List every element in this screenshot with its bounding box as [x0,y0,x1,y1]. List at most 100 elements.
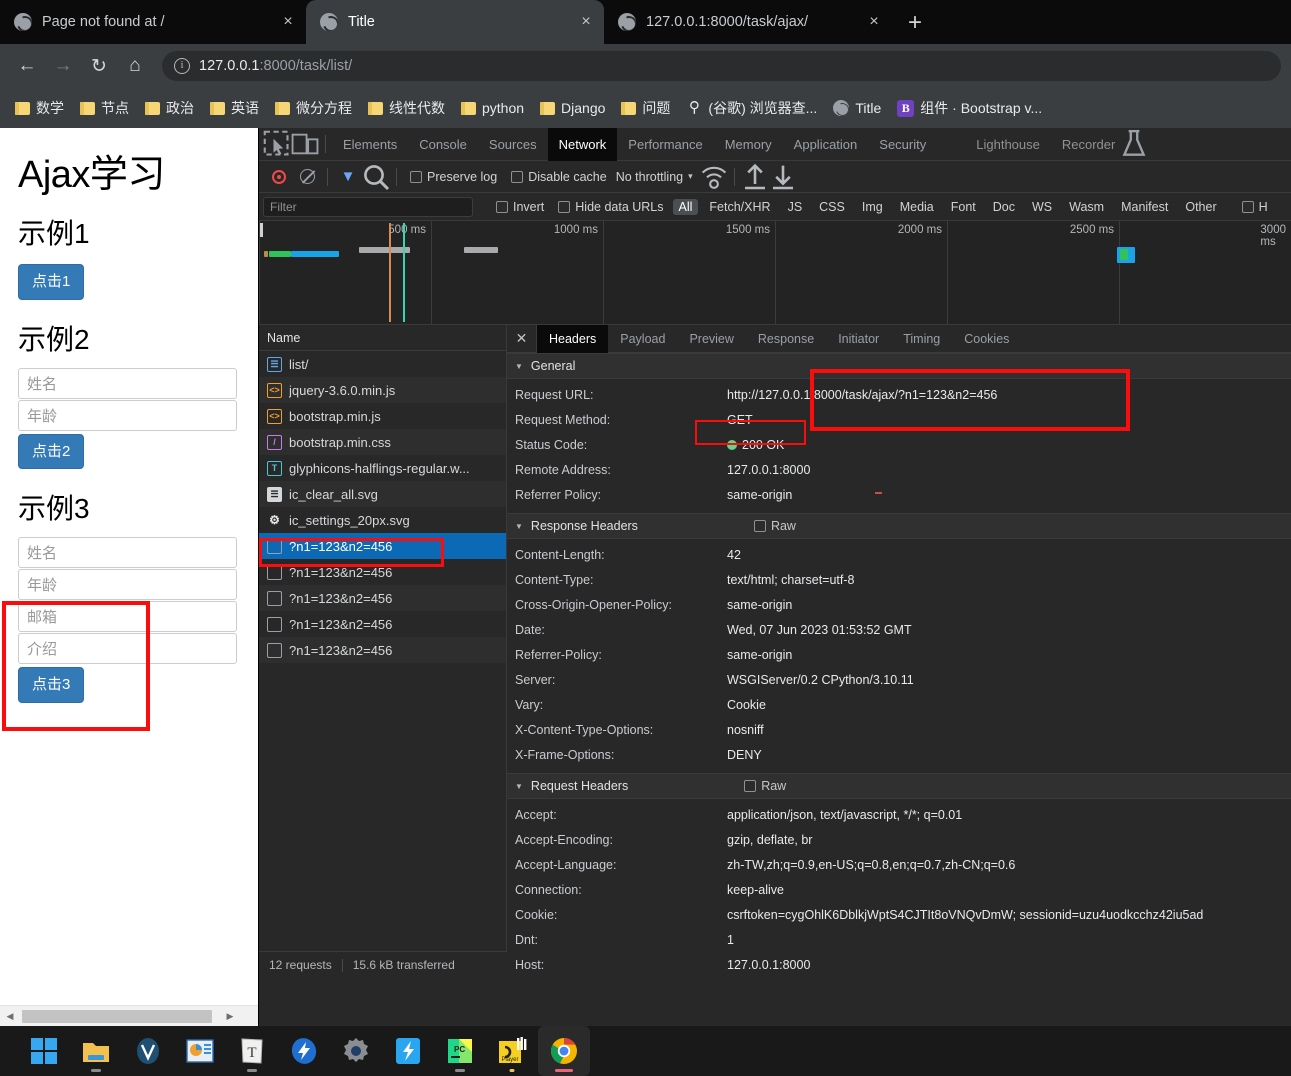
detail-tab-preview[interactable]: Preview [677,325,745,353]
typora-icon[interactable]: T [226,1026,278,1076]
filter-type-other[interactable]: Other [1179,199,1222,215]
chrome-app-icon[interactable] [538,1026,590,1076]
chevron-down-icon[interactable]: ▾ [688,171,693,182]
network-request-row[interactable]: ?n1=123&n2=456 [259,611,506,637]
close-icon[interactable]: × [276,10,300,34]
bookmark-item-0[interactable]: 数学 [8,94,71,122]
chevron-down-icon[interactable]: ▼ [515,522,523,531]
age-input-2[interactable]: 年龄 [18,399,237,431]
network-request-row[interactable]: / bootstrap.min.css [259,429,506,455]
file-explorer-icon[interactable] [70,1026,122,1076]
bookmark-item-10[interactable]: Title [826,96,888,120]
network-request-row[interactable]: ☰ ic_clear_all.svg [259,481,506,507]
request-raw-toggle[interactable]: Raw [744,779,786,793]
devtools-tab-performance[interactable]: Performance [617,128,713,161]
devtools-tab-console[interactable]: Console [408,128,478,161]
general-section-header[interactable]: ▼ General [507,353,1291,379]
filter-type-media[interactable]: Media [894,199,940,215]
potplayer-app-icon[interactable]: Player [486,1026,538,1076]
scroll-right-icon[interactable]: ▶ [222,1009,238,1024]
response-headers-section-header[interactable]: ▼ Response Headers Raw [507,513,1291,539]
browser-tab-0[interactable]: Page not found at / × [0,0,306,44]
checkbox-icon[interactable] [511,170,524,183]
intro-input-3[interactable]: 介绍 [18,633,237,664]
address-bar[interactable]: i 127.0.0.1:8000/task/list/ [162,51,1281,81]
site-info-icon[interactable]: i [174,58,190,74]
browser-tab-1[interactable]: Title × [306,0,604,44]
bookmark-item-8[interactable]: 问题 [614,94,677,122]
filter-type-all[interactable]: All [672,198,699,215]
preserve-log-checkbox[interactable]: Preserve log [403,170,504,184]
scroll-left-icon[interactable]: ◀ [2,1009,18,1024]
network-conditions-icon[interactable] [700,164,728,190]
chevron-down-icon[interactable]: ▼ [515,362,523,371]
devtools-tab-recorder[interactable]: Recorder [1051,128,1126,161]
detail-tab-timing[interactable]: Timing [891,325,952,353]
network-request-row[interactable]: ?n1=123&n2=456 [259,637,506,663]
name-input-3[interactable]: 姓名 [18,537,237,568]
close-icon[interactable]: × [862,10,886,34]
browser-tab-2[interactable]: 127.0.0.1:8000/task/ajax/ × [604,0,892,44]
network-request-row[interactable]: Tglyphicons-halflings-regular.w... [259,455,506,481]
has-blocked-cookies-checkbox[interactable]: H [1235,200,1275,214]
devtools-tab-security[interactable]: Security [868,128,937,161]
network-request-row[interactable]: ☰ list/ [259,351,506,377]
filter-type-img[interactable]: Img [856,199,889,215]
detail-tab-payload[interactable]: Payload [608,325,677,353]
filter-type-fetch-xhr[interactable]: Fetch/XHR [703,199,776,215]
checkbox-icon[interactable] [744,780,757,792]
column-header-name[interactable]: Name [259,325,506,351]
click-button-2[interactable]: 点击2 [18,433,85,469]
checkbox-icon[interactable] [496,200,508,213]
horizontal-scroll-thumb[interactable] [22,1010,212,1023]
forward-icon[interactable]: → [46,49,80,83]
bookmark-item-3[interactable]: 英语 [203,94,266,122]
filter-type-font[interactable]: Font [945,199,982,215]
vmware-player-icon[interactable] [122,1026,174,1076]
devtools-tab-memory[interactable]: Memory [714,128,783,161]
bookmark-item-4[interactable]: 微分方程 [268,94,359,122]
filter-type-css[interactable]: CSS [813,199,851,215]
devtools-tab-lighthouse[interactable]: Lighthouse [965,128,1051,161]
back-icon[interactable]: ← [10,49,44,83]
bookmark-item-1[interactable]: 节点 [73,94,136,122]
devtools-tab-application[interactable]: Application [783,128,869,161]
reload-icon[interactable]: ↻ [82,49,116,83]
filter-type-wasm[interactable]: Wasm [1063,199,1110,215]
close-icon[interactable]: × [574,10,598,34]
search-icon[interactable] [362,164,390,190]
start-button[interactable] [18,1026,70,1076]
detail-tab-cookies[interactable]: Cookies [952,325,1021,353]
network-request-row[interactable]: ?n1=123&n2=456 [259,585,506,611]
devtools-tab-network[interactable]: Network [547,127,618,161]
filter-input[interactable]: Filter [263,196,473,217]
invert-checkbox[interactable]: Invert [489,200,551,214]
email-input-3[interactable]: 邮箱 [18,601,237,632]
throttling-dropdown[interactable]: No throttling ▾ [614,170,700,184]
network-request-list[interactable]: Name ☰ list/ <> jquery-3.6.0.min.js <> bootst… [259,325,507,978]
filter-type-js[interactable]: JS [782,199,809,215]
detail-tab-response[interactable]: Response [746,325,826,353]
name-input-2[interactable]: 姓名 [18,367,237,399]
bookmark-item-7[interactable]: Django [533,96,612,120]
bookmark-item-6[interactable]: python [454,96,531,120]
disable-cache-checkbox[interactable]: Disable cache [504,170,614,184]
network-overview-timeline[interactable]: 500 ms 1000 ms 1500 ms 2000 ms 2500 ms 3000 m… [259,221,1291,325]
home-icon[interactable]: ⌂ [118,49,152,83]
clear-icon[interactable] [293,164,321,190]
filter-type-manifest[interactable]: Manifest [1115,199,1174,215]
filter-type-doc[interactable]: Doc [987,199,1021,215]
snipaste-app-icon[interactable] [382,1026,434,1076]
settings-app-icon[interactable] [330,1026,382,1076]
request-headers-section-header[interactable]: ▼ Request Headers Raw [507,773,1291,799]
click-button-1[interactable]: 点击1 [18,264,85,300]
network-request-row[interactable]: ⚙ ic_settings_20px.svg [259,507,506,533]
devtools-tab-sources[interactable]: Sources [478,128,548,161]
checkbox-icon[interactable] [558,200,571,213]
checkbox-icon[interactable] [753,520,766,532]
import-har-icon[interactable] [741,163,769,190]
hide-data-urls-checkbox[interactable]: Hide data URLs [551,200,670,214]
filter-type-ws[interactable]: WS [1026,199,1058,215]
record-icon[interactable] [265,164,293,190]
response-raw-toggle[interactable]: Raw [753,519,796,533]
